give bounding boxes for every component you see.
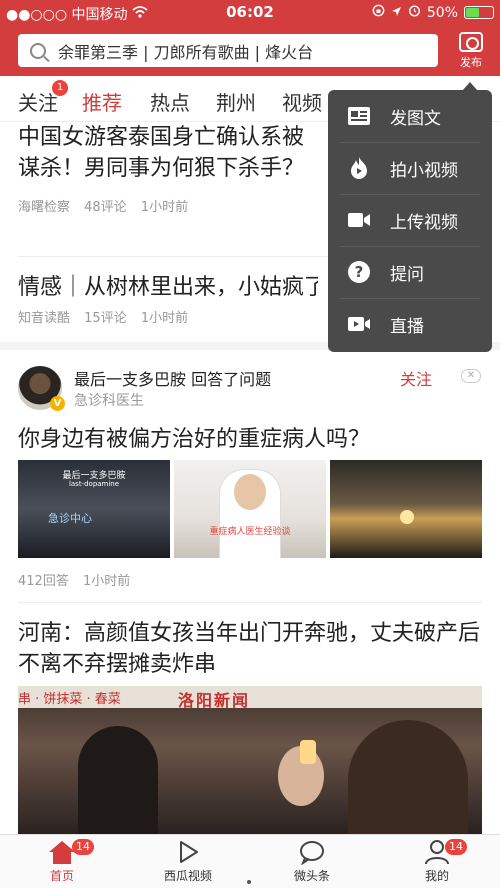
article-comments: 15评论 — [84, 311, 127, 326]
bottom-tab-micro-headline[interactable]: 微头条 — [272, 839, 352, 884]
tab-recommend[interactable]: 推荐 — [82, 87, 122, 116]
lock-rotation-icon — [372, 4, 385, 21]
menu-item-ask[interactable]: ? 提问 — [328, 246, 492, 298]
tab-jingzhou[interactable]: 荆州 — [216, 87, 256, 116]
chat-bubble-icon — [272, 839, 352, 866]
bottom-tab-xigua-video[interactable]: 西瓜视频 — [148, 839, 228, 884]
menu-item-short-video[interactable]: 拍小视频 — [328, 142, 492, 194]
menu-item-live[interactable]: 直播 — [328, 298, 492, 350]
divider — [18, 602, 482, 603]
live-icon — [348, 317, 370, 331]
menu-item-label: 拍小视频 — [390, 161, 458, 181]
page-indicator — [247, 880, 251, 884]
article-comments: 48评论 — [84, 200, 127, 215]
search-placeholder: 余罪第三季 | 刀郎所有歌曲 | 烽火台 — [58, 42, 314, 62]
search-icon — [30, 42, 46, 59]
answer-username[interactable]: 最后一支多巴胺 — [74, 370, 186, 389]
menu-item-label: 发图文 — [390, 109, 441, 129]
bottom-tab-label: 首页 — [49, 869, 74, 883]
tab-follow-badge: 1 — [52, 80, 68, 96]
mine-badge: 14 — [445, 839, 467, 855]
article-source: 海曙检察 — [18, 200, 71, 215]
bottom-tab-mine[interactable]: 我的 14 — [397, 839, 477, 884]
article-title: 情感｜从树林里出来，小姑疯了 — [18, 275, 318, 300]
home-badge: 14 — [72, 839, 94, 855]
menu-item-post-article[interactable]: 发图文 — [328, 90, 492, 142]
article-time: 1小时前 — [140, 200, 189, 215]
menu-item-label: 提问 — [390, 265, 424, 285]
battery-icon — [464, 6, 494, 19]
bottom-tab-label: 微头条 — [293, 869, 330, 883]
answer-question: 你身边有被偏方治好的重症病人吗？ — [18, 427, 371, 452]
answer-image-1[interactable]: 最后一支多巴胺 last-dopamine 急诊中心 — [18, 460, 170, 558]
flame-video-icon — [351, 157, 367, 179]
answer-user: 最后一支多巴胺 回答了问题 — [74, 366, 271, 390]
thumb-caption: 重症病人医生经验谈 — [209, 527, 291, 537]
answer-time: 1小时前 — [82, 574, 131, 589]
answer-count: 412回答 — [18, 574, 69, 589]
bottom-tab-home[interactable]: 首页 14 — [22, 839, 102, 884]
play-icon — [148, 839, 228, 865]
menu-item-label: 直播 — [390, 317, 424, 337]
video-camera-icon — [348, 213, 370, 227]
publish-label: 发布 — [460, 56, 482, 69]
article-source: 知音读酷 — [18, 311, 71, 326]
thumb-sign: 急诊中心 — [48, 512, 92, 525]
tab-video[interactable]: 视频 — [282, 87, 322, 116]
article-item[interactable]: 河南：高颜值女孩当年出门开奔驰，丈夫破产后不离不弃摆摊卖炸串 — [18, 618, 482, 680]
alarm-icon — [408, 4, 421, 21]
menu-item-label: 上传视频 — [390, 213, 458, 233]
publish-button[interactable]: 发布 — [452, 30, 490, 72]
sign-text-left: 串 · 饼抹菜 · 春菜 — [18, 692, 121, 707]
article-icon — [348, 107, 370, 125]
bottom-tab-label: 我的 — [424, 869, 449, 883]
verified-badge-icon: V — [50, 396, 65, 411]
answer-image-2[interactable]: 重症病人医生经验谈 — [174, 460, 326, 558]
article-title: 河南：高颜值女孩当年出门开奔驰，丈夫破产后不离不弃摆摊卖炸串 — [18, 621, 481, 677]
location-arrow-icon — [391, 5, 402, 21]
tab-hot[interactable]: 热点 — [150, 87, 190, 116]
status-bar: ●●○○○ 中国移动 06:02 50% — [0, 0, 500, 26]
battery-percent: 50% — [426, 4, 458, 21]
follow-button[interactable]: 关注 — [400, 366, 432, 390]
camera-icon — [459, 32, 483, 52]
article-cover-image[interactable]: 串 · 饼抹菜 · 春菜 洛阳新闻 — [18, 686, 482, 834]
answer-meta: 412回答 1小时前 — [18, 570, 140, 589]
menu-item-upload-video[interactable]: 上传视频 — [328, 194, 492, 246]
thumb-watermark-sub: last-dopamine — [68, 480, 120, 488]
svg-text:?: ? — [355, 263, 364, 281]
answer-user-role: 急诊科医生 — [74, 393, 144, 409]
search-input[interactable]: 余罪第三季 | 刀郎所有歌曲 | 烽火台 — [18, 34, 438, 67]
question-icon: ? — [348, 261, 370, 283]
answer-image-3[interactable] — [330, 460, 482, 558]
bottom-tab-label: 西瓜视频 — [163, 869, 212, 883]
header: 余罪第三季 | 刀郎所有歌曲 | 烽火台 发布 — [0, 26, 500, 76]
answer-action: 回答了问题 — [191, 370, 272, 389]
battery-level — [466, 8, 479, 17]
sign-text-right: 洛阳新闻 — [178, 691, 251, 710]
article-title: 中国女游客泰国身亡确认系被谋杀！男同事为何狠下杀手？ — [18, 125, 305, 181]
answer-card[interactable]: V 最后一支多巴胺 回答了问题 急诊科医生 关注 ✕ 你身边有被偏方治好的重症病… — [18, 366, 482, 596]
article-time: 1小时前 — [140, 311, 189, 326]
publish-popup-menu: 发图文 拍小视频 上传视频 ? 提问 直播 — [328, 90, 492, 352]
dismiss-icon[interactable]: ✕ — [461, 369, 481, 383]
